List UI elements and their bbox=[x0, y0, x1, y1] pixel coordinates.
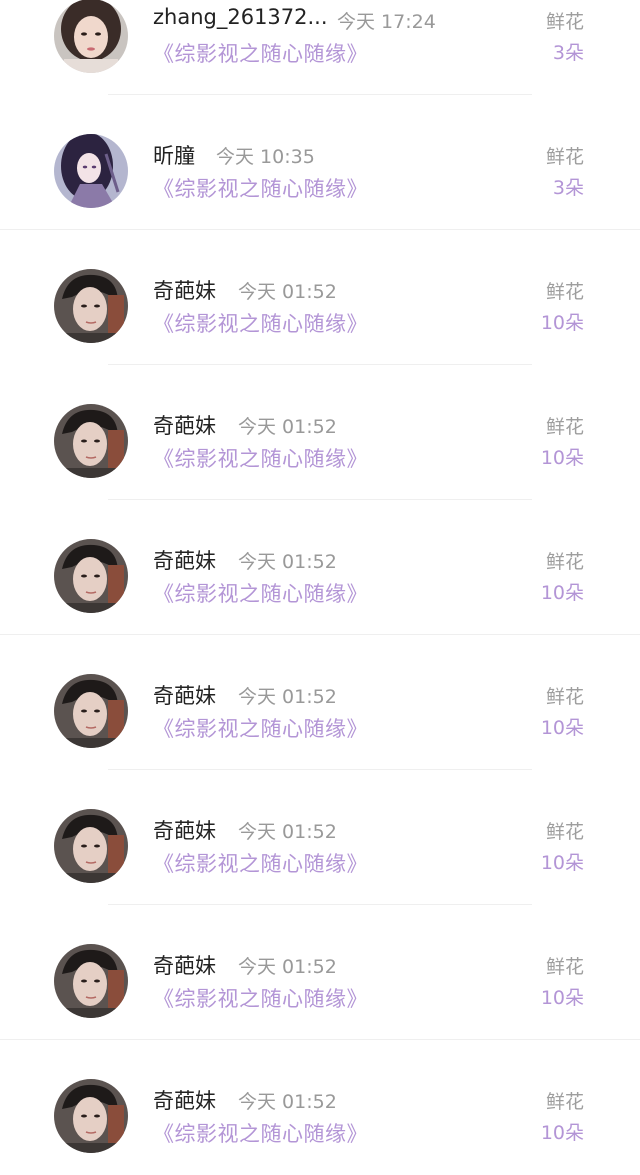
gift-type: 鲜花 bbox=[545, 1091, 584, 1113]
timestamp: 今天 01:52 bbox=[238, 686, 337, 708]
gift-type: 鲜花 bbox=[545, 821, 584, 843]
avatar[interactable] bbox=[54, 944, 128, 1018]
list-item[interactable]: 奇葩妹 今天 01:52 《综影视之随心随缘》 鲜花 10朵 bbox=[0, 770, 640, 905]
timestamp: 今天 01:52 bbox=[238, 1091, 337, 1113]
gift-count: 10朵 bbox=[540, 987, 584, 1009]
list-item[interactable]: 奇葩妹 今天 01:52 《综影视之随心随缘》 鲜花 10朵 bbox=[0, 1040, 640, 1175]
list-item[interactable]: 奇葩妹 今天 01:52 《综影视之随心随缘》 鲜花 10朵 bbox=[0, 905, 640, 1040]
avatar[interactable] bbox=[54, 809, 128, 883]
timestamp: 今天 01:52 bbox=[238, 281, 337, 303]
list-item[interactable]: 奇葩妹 今天 01:52 《综影视之随心随缘》 鲜花 10朵 bbox=[0, 500, 640, 635]
user-name[interactable]: 奇葩妹 bbox=[153, 545, 216, 575]
gift-type: 鲜花 bbox=[545, 146, 584, 168]
gift-type: 鲜花 bbox=[545, 416, 584, 438]
gift-count: 3朵 bbox=[552, 42, 584, 64]
list-item[interactable]: zhang_261372... 今天 17:24 《综影视之随心随缘》 鲜花 3… bbox=[0, 0, 640, 95]
list-item[interactable]: 奇葩妹 今天 01:52 《综影视之随心随缘》 鲜花 10朵 bbox=[0, 635, 640, 770]
book-title[interactable]: 《综影视之随心随缘》 bbox=[153, 443, 368, 473]
book-title[interactable]: 《综影视之随心随缘》 bbox=[153, 983, 368, 1013]
book-title[interactable]: 《综影视之随心随缘》 bbox=[153, 308, 368, 338]
book-title[interactable]: 《综影视之随心随缘》 bbox=[153, 173, 368, 203]
list-item[interactable]: 奇葩妹 今天 01:52 《综影视之随心随缘》 鲜花 10朵 bbox=[0, 230, 640, 365]
avatar[interactable] bbox=[54, 674, 128, 748]
timestamp: 今天 10:35 bbox=[216, 146, 315, 168]
user-name[interactable]: 奇葩妹 bbox=[153, 275, 216, 305]
book-title[interactable]: 《综影视之随心随缘》 bbox=[153, 38, 368, 68]
book-title[interactable]: 《综影视之随心随缘》 bbox=[153, 848, 368, 878]
avatar[interactable] bbox=[54, 134, 128, 208]
gift-record-list: zhang_261372... 今天 17:24 《综影视之随心随缘》 鲜花 3… bbox=[0, 0, 640, 1175]
gift-count: 10朵 bbox=[540, 717, 584, 739]
timestamp: 今天 01:52 bbox=[238, 416, 337, 438]
book-title[interactable]: 《综影视之随心随缘》 bbox=[153, 1118, 368, 1148]
avatar[interactable] bbox=[54, 404, 128, 478]
list-item[interactable]: 奇葩妹 今天 01:52 《综影视之随心随缘》 鲜花 10朵 bbox=[0, 365, 640, 500]
list-item[interactable]: 昕朣 今天 10:35 《综影视之随心随缘》 鲜花 3朵 bbox=[0, 95, 640, 230]
avatar[interactable] bbox=[54, 269, 128, 343]
avatar[interactable] bbox=[54, 1079, 128, 1153]
timestamp: 今天 01:52 bbox=[238, 821, 337, 843]
gift-type: 鲜花 bbox=[545, 11, 584, 33]
user-name[interactable]: 奇葩妹 bbox=[153, 815, 216, 845]
user-name[interactable]: zhang_261372... bbox=[153, 5, 328, 29]
avatar[interactable] bbox=[54, 539, 128, 613]
gift-type: 鲜花 bbox=[545, 281, 584, 303]
user-name[interactable]: 奇葩妹 bbox=[153, 410, 216, 440]
gift-count: 10朵 bbox=[540, 312, 584, 334]
gift-count: 3朵 bbox=[552, 177, 584, 199]
gift-type: 鲜花 bbox=[545, 956, 584, 978]
timestamp: 今天 01:52 bbox=[238, 551, 337, 573]
avatar[interactable] bbox=[54, 0, 128, 73]
user-name[interactable]: 奇葩妹 bbox=[153, 680, 216, 710]
book-title[interactable]: 《综影视之随心随缘》 bbox=[153, 578, 368, 608]
gift-type: 鲜花 bbox=[545, 551, 584, 573]
user-name[interactable]: 昕朣 bbox=[153, 140, 195, 170]
user-name[interactable]: 奇葩妹 bbox=[153, 950, 216, 980]
book-title[interactable]: 《综影视之随心随缘》 bbox=[153, 713, 368, 743]
gift-type: 鲜花 bbox=[545, 686, 584, 708]
timestamp: 今天 17:24 bbox=[337, 11, 436, 33]
gift-count: 10朵 bbox=[540, 852, 584, 874]
gift-count: 10朵 bbox=[540, 1122, 584, 1144]
user-name[interactable]: 奇葩妹 bbox=[153, 1085, 216, 1115]
gift-count: 10朵 bbox=[540, 447, 584, 469]
gift-count: 10朵 bbox=[540, 582, 584, 604]
timestamp: 今天 01:52 bbox=[238, 956, 337, 978]
